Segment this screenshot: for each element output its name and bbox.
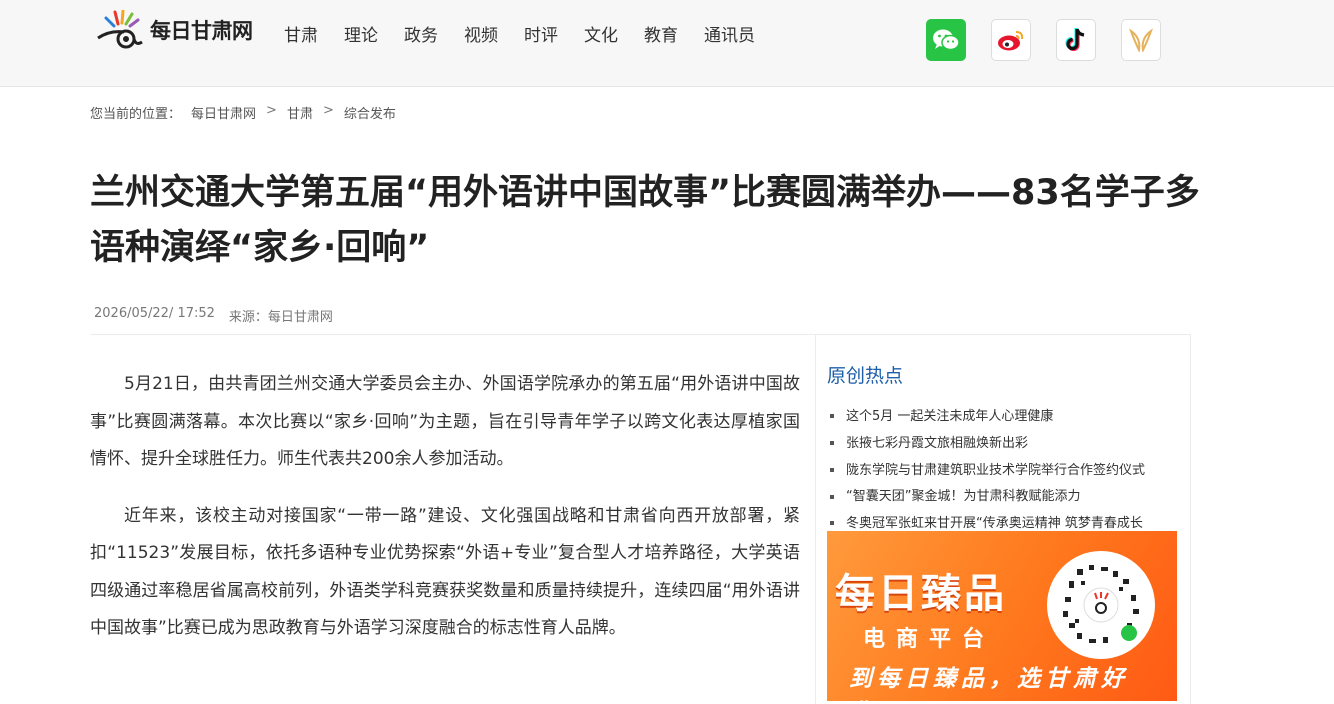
nav-item-correspondent[interactable]: 通讯员 <box>704 24 755 48</box>
hot-list-item[interactable]: 陇东学院与甘肃建筑职业技术学院举行合作签约仪式 <box>828 458 1178 485</box>
breadcrumb: 您当前的位置： 每日甘肃网 > 甘肃 > 综合发布 <box>90 103 406 122</box>
ad-slogan: 到每日臻品，选甘肃好货！ <box>849 666 1129 701</box>
hot-list: 这个5月 一起关注未成年人心理健康 张掖七彩丹霞文旅相融焕新出彩 陇东学院与甘肃… <box>828 404 1178 538</box>
bullet-icon <box>830 494 834 499</box>
article-date: 2026/05/22/ 17:52 <box>94 306 215 321</box>
article-body: 5月21日，由共青团兰州交通大学委员会主办、外国语学院承办的第五届“用外语讲中国… <box>90 366 800 667</box>
breadcrumb-item-release[interactable]: 综合发布 <box>344 103 396 122</box>
bullet-icon <box>830 521 834 526</box>
breadcrumb-item-gansu[interactable]: 甘肃 <box>287 103 313 122</box>
logo-text: 每日甘肃网 <box>150 19 253 43</box>
breadcrumb-item-home[interactable]: 每日甘肃网 <box>191 103 256 122</box>
social-links <box>926 19 1186 61</box>
article-title: 兰州交通大学第五届“用外语讲中国故事”比赛圆满举办——83名学子多语种演绎“家乡… <box>90 173 1200 268</box>
hot-item-text: 张掖七彩丹霞文旅相融焕新出彩 <box>846 435 1029 451</box>
sidebar-title: 原创热点 <box>827 365 904 387</box>
bullet-icon <box>830 414 834 419</box>
hot-item-text: 冬奥冠军张虹来甘开展“传承奥运精神 筑梦青春成长 <box>846 516 1143 532</box>
bullet-icon <box>830 467 834 472</box>
hot-item-text: 这个5月 一起关注未成年人心理健康 <box>846 409 1054 424</box>
logo-mark-icon <box>96 9 148 50</box>
nav-item-video[interactable]: 视频 <box>464 24 498 48</box>
qr-code-icon <box>1047 551 1155 659</box>
bullet-icon <box>830 440 834 445</box>
hot-list-item[interactable]: 张掖七彩丹霞文旅相融焕新出彩 <box>828 431 1178 458</box>
article-source: 来源：每日甘肃网 <box>228 310 333 325</box>
tiktok-icon[interactable] <box>1056 19 1096 61</box>
ad-subtitle: 电商平台 <box>863 627 996 652</box>
nav-item-theory[interactable]: 理论 <box>344 24 378 48</box>
ad-title: 每日臻品 <box>835 571 1007 617</box>
nav-item-culture[interactable]: 文化 <box>584 24 618 48</box>
hot-list-item[interactable]: 这个5月 一起关注未成年人心理健康 <box>828 404 1178 431</box>
weibo-icon[interactable] <box>991 19 1031 61</box>
sidebar: 原创热点 这个5月 一起关注未成年人心理健康 张掖七彩丹霞文旅相融焕新出彩 陇东… <box>815 334 1191 704</box>
article-paragraph: 5月21日，由共青团兰州交通大学委员会主办、外国语学院承办的第五届“用外语讲中国… <box>90 374 800 469</box>
miniapp-icon[interactable] <box>1121 19 1161 61</box>
breadcrumb-separator: > <box>266 103 277 118</box>
nav-item-education[interactable]: 教育 <box>644 24 678 48</box>
hot-list-item[interactable]: “智囊天团”聚金城！为甘肃科教赋能添力 <box>828 484 1178 511</box>
main-nav: 甘肃 理论 政务 视频 时评 文化 教育 通讯员 <box>284 24 781 48</box>
nav-item-commentary[interactable]: 时评 <box>524 24 558 48</box>
article-meta: 2026/05/22/ 17:52 来源：每日甘肃网 <box>94 306 347 325</box>
breadcrumb-prefix: 您当前的位置： <box>90 107 182 122</box>
nav-item-government[interactable]: 政务 <box>404 24 438 48</box>
site-header: 每日甘肃网 甘肃 理论 政务 视频 时评 文化 教育 通讯员 <box>0 0 1334 87</box>
wechat-icon[interactable] <box>926 19 966 61</box>
breadcrumb-separator: > <box>322 103 334 118</box>
nav-item-gansu[interactable]: 甘肃 <box>284 24 318 48</box>
hot-item-text: 陇东学院与甘肃建筑职业技术学院举行合作签约仪式 <box>846 462 1146 478</box>
hot-item-text: “智囊天团”聚金城！为甘肃科教赋能添力 <box>846 489 1081 505</box>
article-paragraph: 近年来，该校主动对接国家“一带一路”建设、文化强国战略和甘肃省向西开放部署，紧扣… <box>90 505 800 639</box>
site-logo[interactable]: 每日甘肃网 <box>96 9 253 50</box>
ad-banner[interactable]: 每日臻品 电商平台 到每日臻品，选甘肃好货！ <box>827 531 1177 701</box>
